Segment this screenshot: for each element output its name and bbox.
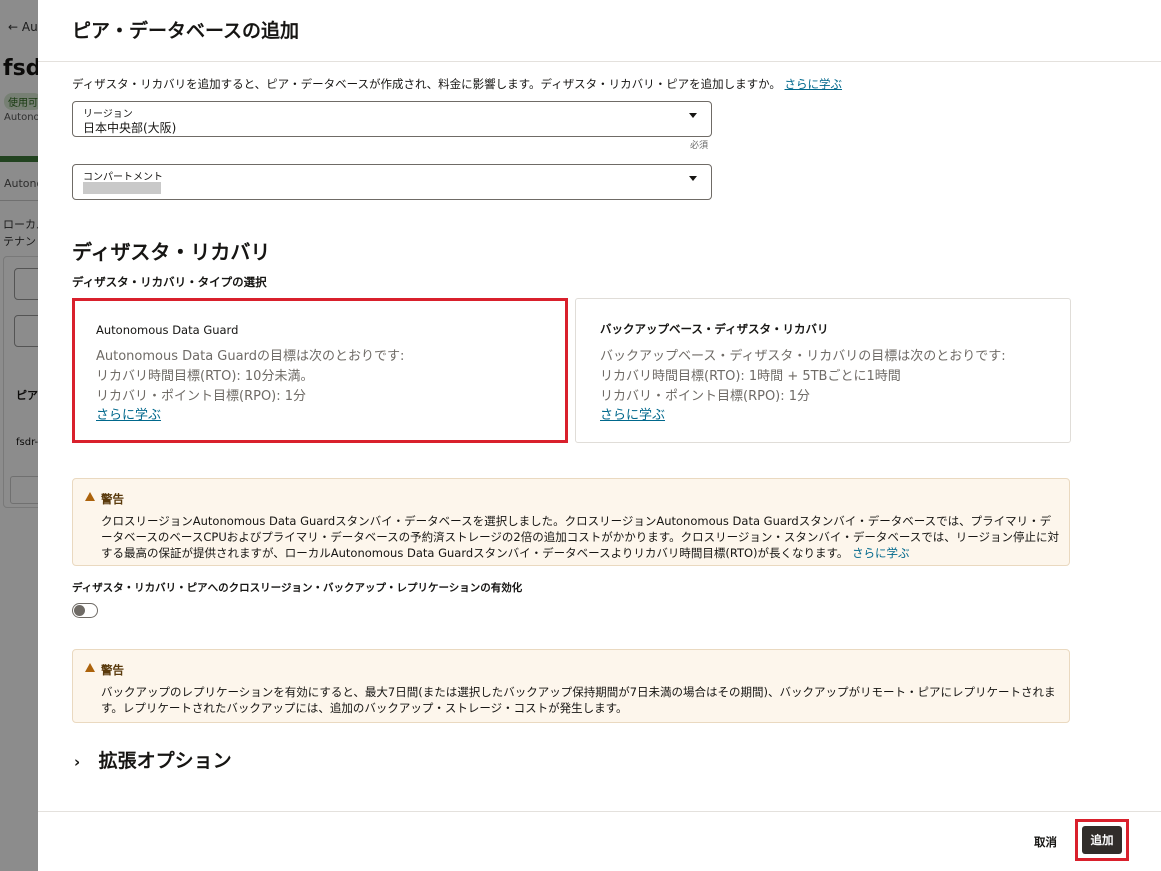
dr-card-backup-based[interactable]: バックアップベース・ディザスタ・リカバリ バックアップベース・ディザスタ・リカバ… — [575, 298, 1071, 443]
cancel-button[interactable]: 取消 — [1034, 834, 1057, 850]
backup-replication-toggle[interactable] — [72, 603, 98, 618]
warning-box-cross-region: 警告 クロスリージョンAutonomous Data Guardスタンバイ・デー… — [72, 478, 1070, 566]
learn-more-link[interactable]: さらに学ぶ — [96, 404, 161, 423]
add-peer-drawer: ピア・データベースの追加 ディザスタ・リカバリを追加すると、ピア・データベースが… — [38, 0, 1161, 871]
card-title: バックアップベース・ディザスタ・リカバリ — [600, 322, 829, 336]
intro-text: ディザスタ・リカバリを追加すると、ピア・データベースが作成され、料金に影響します… — [72, 76, 842, 92]
caret-down-icon — [689, 176, 697, 181]
required-hint: 必須 — [690, 141, 709, 151]
card-line: リカバリ・ポイント目標(RPO): 1分 — [600, 389, 811, 404]
divider — [38, 811, 1161, 812]
dr-heading: ディザスタ・リカバリ — [72, 240, 271, 264]
caret-down-icon — [689, 113, 697, 118]
warning-text: クロスリージョンAutonomous Data Guardスタンバイ・データベー… — [101, 514, 1060, 560]
backup-replication-label: ディザスタ・リカバリ・ピアへのクロスリージョン・バックアップ・レプリケーションの… — [72, 582, 523, 594]
dr-card-autonomous-data-guard[interactable]: Autonomous Data Guard Autonomous Data Gu… — [72, 298, 568, 443]
region-select[interactable]: リージョン 日本中央部(大阪) — [72, 101, 712, 137]
compartment-select[interactable]: コンパートメント — [72, 164, 712, 200]
drawer-title: ピア・データベースの追加 — [72, 20, 300, 42]
learn-more-link[interactable]: さらに学ぶ — [600, 404, 665, 423]
warning-icon — [85, 663, 95, 672]
advanced-options-toggle[interactable]: › 拡張オプション — [74, 746, 232, 773]
toggle-knob — [74, 605, 85, 616]
card-line: Autonomous Data Guardの目標は次のとおりです: — [96, 349, 405, 364]
chevron-right-icon: › — [74, 753, 81, 771]
compartment-label: コンパートメント — [83, 172, 163, 183]
card-title: Autonomous Data Guard — [96, 323, 239, 337]
warning-title: 警告 — [101, 663, 124, 677]
intro-text-body: ディザスタ・リカバリを追加すると、ピア・データベースが作成され、料金に影響します… — [72, 77, 781, 91]
card-line: リカバリ時間目標(RTO): 1時間 + 5TBごとに1時間 — [600, 369, 901, 384]
card-line: リカバリ時間目標(RTO): 10分未満。 — [96, 369, 314, 384]
region-label: リージョン — [83, 109, 133, 120]
card-line: リカバリ・ポイント目標(RPO): 1分 — [96, 389, 307, 404]
learn-more-link[interactable]: さらに学ぶ — [785, 77, 843, 91]
divider — [38, 61, 1161, 62]
warning-icon — [85, 492, 95, 501]
add-button-highlight: 追加 — [1075, 819, 1129, 861]
warning-box-replication: 警告 バックアップのレプリケーションを有効にすると、最大7日間(または選択したバ… — [72, 649, 1070, 723]
card-line: バックアップベース・ディザスタ・リカバリの目標は次のとおりです: — [600, 349, 1006, 364]
advanced-options-label: 拡張オプション — [98, 750, 232, 772]
warning-body: クロスリージョンAutonomous Data Guardスタンバイ・データベー… — [101, 513, 1061, 561]
learn-more-link[interactable]: さらに学ぶ — [852, 546, 910, 560]
region-value: 日本中央部(大阪) — [83, 121, 177, 135]
dr-type-label: ディザスタ・リカバリ・タイプの選択 — [72, 275, 267, 289]
add-button[interactable]: 追加 — [1082, 826, 1122, 854]
warning-title: 警告 — [101, 492, 124, 506]
warning-text: バックアップのレプリケーションを有効にすると、最大7日間(または選択したバックア… — [101, 685, 1056, 715]
redacted-value — [83, 182, 161, 194]
